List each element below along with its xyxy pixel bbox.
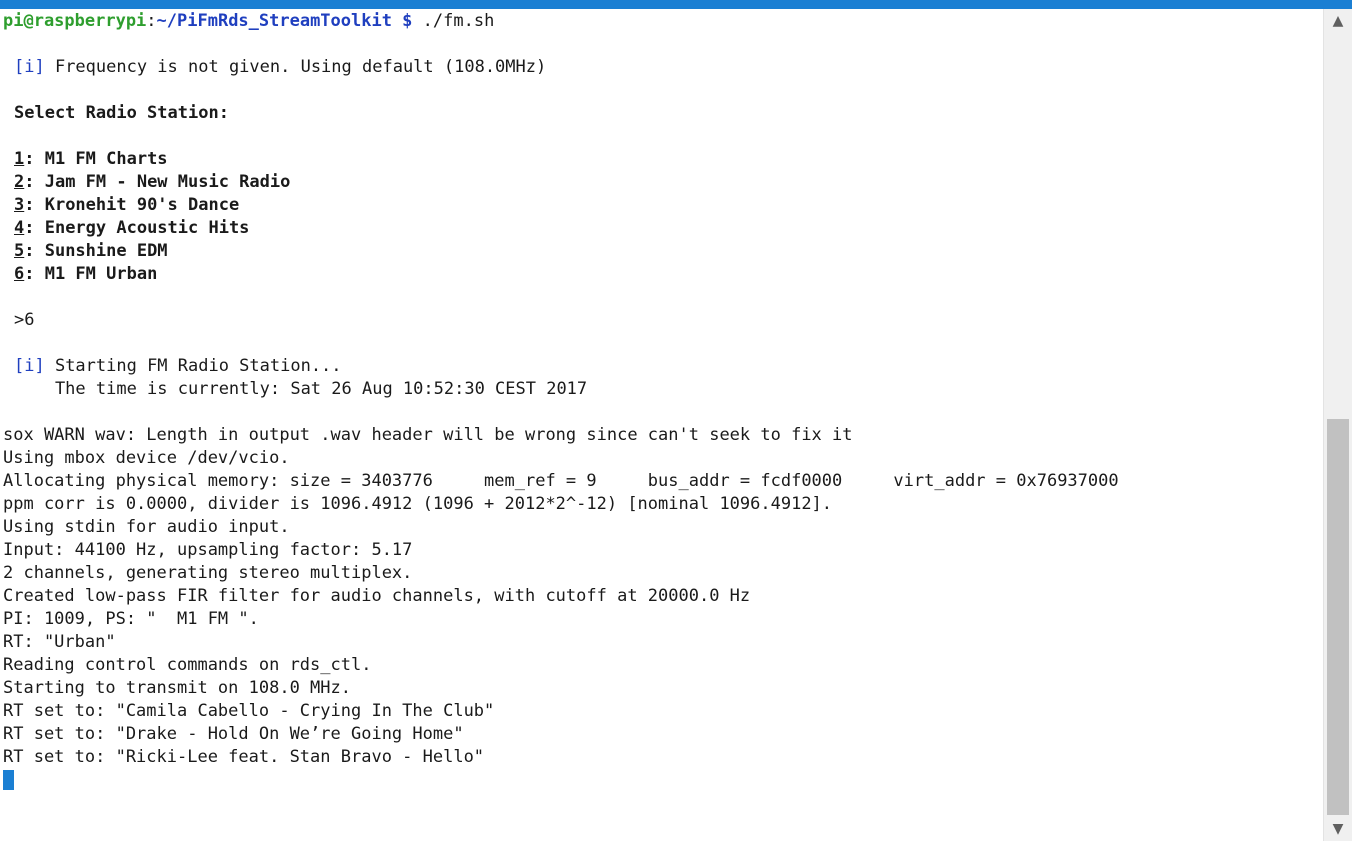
log-line: PI: 1009, PS: " M1 FM ". — [3, 609, 259, 629]
log-line: RT set to: "Camila Cabello - Crying In T… — [3, 701, 495, 721]
station-number: 2 — [14, 172, 25, 192]
log-line: Using stdin for audio input. — [3, 517, 290, 537]
log-line: Created low-pass FIR filter for audio ch… — [3, 586, 751, 606]
vertical-scrollbar[interactable]: ▲ ▼ — [1323, 9, 1352, 841]
terminal-output[interactable]: pi@raspberrypi:~/PiFmRds_StreamToolkit $… — [0, 9, 1324, 841]
log-line: Allocating physical memory: size = 34037… — [3, 471, 1119, 491]
frequency-info-line: [i] Frequency is not given. Using defaul… — [14, 56, 546, 79]
log-line: RT set to: "Ricki-Lee feat. Stan Bravo -… — [3, 747, 485, 767]
station-option: 2: Jam FM - New Music Radio — [14, 171, 290, 194]
info-tag: [i] — [14, 356, 45, 376]
prompt-colon: : — [146, 11, 157, 31]
log-line: Starting to transmit on 108.0 MHz. — [3, 678, 351, 698]
station-option: 3: Kronehit 90's Dance — [14, 194, 239, 217]
chevron-up-icon: ▲ — [1332, 13, 1344, 29]
station-number: 1 — [14, 149, 25, 169]
info-tag: [i] — [14, 57, 45, 77]
log-line: ppm corr is 0.0000, divider is 1096.4912… — [3, 494, 833, 514]
prompt-command: ./fm.sh — [412, 11, 495, 31]
station-input-echo: >6 — [14, 310, 35, 330]
station-name: : Jam FM - New Music Radio — [24, 172, 291, 192]
log-line: RT set to: "Drake - Hold On We’re Going … — [3, 724, 464, 744]
station-number: 5 — [14, 241, 25, 261]
chevron-down-icon: ▼ — [1332, 821, 1344, 837]
scroll-down-button[interactable]: ▼ — [1324, 817, 1352, 841]
station-name: : Energy Acoustic Hits — [24, 218, 250, 238]
window-title-bar — [0, 0, 1352, 9]
station-number: 6 — [14, 264, 25, 284]
station-option: 6: M1 FM Urban — [14, 263, 157, 286]
log-line: 2 channels, generating stereo multiplex. — [3, 563, 413, 583]
starting-info-line: [i] Starting FM Radio Station... — [14, 355, 342, 378]
station-name: : Kronehit 90's Dance — [24, 195, 240, 215]
scroll-up-button[interactable]: ▲ — [1324, 9, 1352, 33]
station-name: : Sunshine EDM — [24, 241, 168, 261]
log-line: Using mbox device /dev/vcio. — [3, 448, 290, 468]
log-line: RT: "Urban" — [3, 632, 116, 652]
shell-prompt-line: pi@raspberrypi:~/PiFmRds_StreamToolkit $… — [3, 10, 494, 33]
starting-message: Starting FM Radio Station... — [44, 356, 342, 376]
prompt-path: ~/PiFmRds_StreamToolkit $ — [156, 11, 413, 31]
station-name: : M1 FM Charts — [24, 149, 168, 169]
station-number: 3 — [14, 195, 25, 215]
scrollbar-thumb[interactable] — [1327, 419, 1349, 815]
station-name: : M1 FM Urban — [24, 264, 158, 284]
text-cursor — [3, 770, 14, 790]
station-number: 4 — [14, 218, 25, 238]
log-line: sox WARN wav: Length in output .wav head… — [3, 425, 853, 445]
select-station-heading: Select Radio Station: — [14, 103, 229, 123]
prompt-user-host: pi@raspberrypi — [3, 11, 147, 31]
current-time-line: The time is currently: Sat 26 Aug 10:52:… — [14, 379, 588, 399]
station-option: 5: Sunshine EDM — [14, 240, 168, 263]
log-line: Reading control commands on rds_ctl. — [3, 655, 372, 675]
station-option: 4: Energy Acoustic Hits — [14, 217, 249, 240]
log-line: Input: 44100 Hz, upsampling factor: 5.17 — [3, 540, 413, 560]
frequency-message: Frequency is not given. Using default (1… — [44, 57, 547, 77]
station-option: 1: M1 FM Charts — [14, 148, 168, 171]
